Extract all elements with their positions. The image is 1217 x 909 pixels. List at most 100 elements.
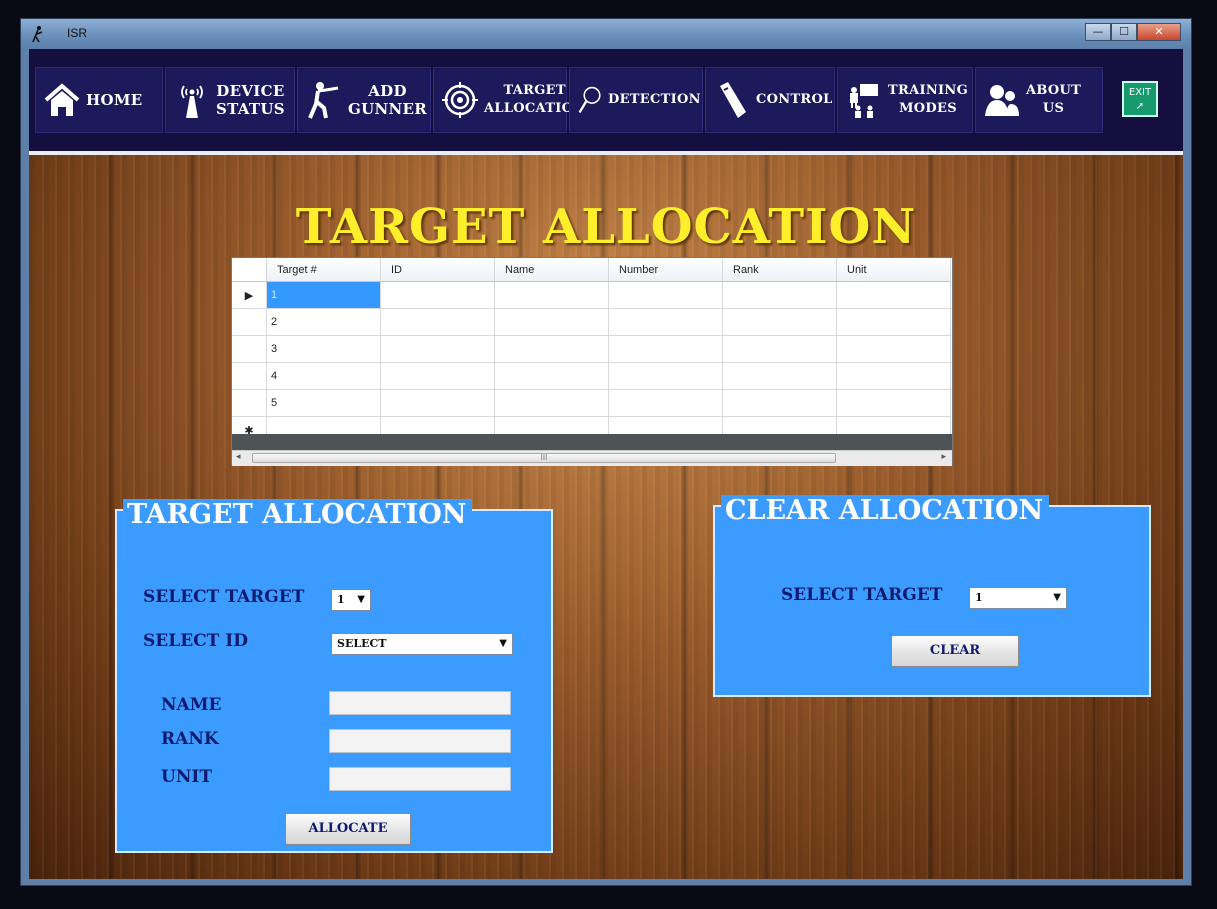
nav-detection-label: DETECTION [608,92,701,107]
scroll-right-arrow-icon[interactable]: ▸ [941,452,946,462]
target-allocation-panel: TARGET ALLOCATION SELECT TARGET 1 ▼ SELE… [115,499,553,853]
close-button[interactable]: ✕ [1137,23,1181,41]
nav-about-us-button[interactable]: ABOUT US [975,67,1103,133]
grid-header-row: Target # ID Name Number Rank Unit [232,258,951,282]
row-header[interactable] [232,389,267,417]
column-header-id[interactable]: ID [380,258,495,282]
name-label: NAME [161,695,222,715]
nav-target-allocation-line1: TARGET [503,83,566,98]
clear-select-target-label: SELECT TARGET [781,585,943,605]
table-cell[interactable] [836,308,951,336]
nav-home-button[interactable]: HOME [35,67,163,133]
clear-button[interactable]: CLEAR [891,635,1019,667]
table-cell[interactable] [836,281,951,309]
grid-table: Target # ID Name Number Rank Unit ▶ 1 2 … [232,258,951,444]
page-title: TARGET ALLOCATION [295,199,917,255]
table-cell[interactable] [836,335,951,363]
chevron-down-icon: ▼ [499,638,507,649]
table-cell[interactable] [494,335,609,363]
table-cell[interactable]: 2 [266,308,381,336]
application-window: ISR — ☐ ✕ HOME DEVICE STATUS ADD GUNNER … [20,18,1192,886]
scroll-left-arrow-icon[interactable]: ◂ [236,452,241,462]
users-icon [985,85,1019,116]
table-cell[interactable] [608,335,723,363]
column-header-rank[interactable]: Rank [722,258,837,282]
exit-arrow-icon: ➚ [1135,101,1145,112]
row-header[interactable] [232,335,267,363]
rank-field[interactable] [329,729,511,753]
table-cell[interactable] [608,308,723,336]
nav-control-button[interactable]: CONTROL [705,67,835,133]
table-cell[interactable] [380,281,495,309]
table-cell[interactable]: 4 [266,362,381,390]
column-header-unit[interactable]: Unit [836,258,951,282]
select-id-dropdown[interactable]: SELECT ▼ [331,633,513,655]
exit-button[interactable]: EXIT ➚ [1122,81,1158,117]
table-cell[interactable] [722,308,837,336]
name-field[interactable] [329,691,511,715]
nav-add-gunner-label: ADD GUNNER [348,82,427,118]
scrollbar-grip-icon: III [540,453,548,462]
minimize-button[interactable]: — [1085,23,1111,41]
table-cell[interactable] [722,281,837,309]
table-cell[interactable] [380,362,495,390]
table-cell[interactable]: 3 [266,335,381,363]
maximize-button[interactable]: ☐ [1111,23,1137,41]
allocate-button[interactable]: ALLOCATE [285,813,411,845]
target-allocation-legend: TARGET ALLOCATION [123,499,473,530]
select-id-label: SELECT ID [143,631,248,651]
nav-detection-button[interactable]: DETECTION [569,67,703,133]
table-cell[interactable]: 1 [266,281,381,309]
table-cell[interactable] [836,362,951,390]
table-cell[interactable] [494,308,609,336]
nav-add-gunner-line1: ADD [368,82,407,100]
table-cell[interactable] [608,362,723,390]
table-cell[interactable] [722,335,837,363]
gunner-app-icon [32,26,43,43]
title-bar[interactable]: ISR — ☐ ✕ [21,19,1191,49]
nav-training-modes-button[interactable]: TRAINING MODES [837,67,973,133]
row-header-corner [232,258,267,282]
table-cell[interactable] [722,362,837,390]
table-cell[interactable] [494,389,609,417]
table-cell[interactable] [494,281,609,309]
column-header-target[interactable]: Target # [266,258,381,282]
unit-field[interactable] [329,767,511,791]
table-cell[interactable] [608,281,723,309]
table-cell[interactable] [836,389,951,417]
table-cell[interactable] [722,389,837,417]
chevron-down-icon: ▼ [1053,592,1061,603]
unit-label: UNIT [161,767,212,787]
clear-select-target-dropdown[interactable]: 1 ▼ [969,587,1067,609]
horizontal-scrollbar[interactable]: ◂ III ▸ [232,450,952,466]
table-cell[interactable]: 5 [266,389,381,417]
row-header[interactable] [232,362,267,390]
nav-device-status-line2: STATUS [216,100,285,118]
table-row: 4 [232,362,951,390]
column-header-name[interactable]: Name [494,258,609,282]
table-cell[interactable] [494,362,609,390]
select-target-dropdown[interactable]: 1 ▼ [331,589,371,611]
nav-about-us-line2: US [1042,101,1065,116]
home-icon [44,83,80,116]
current-row-indicator[interactable]: ▶ [232,281,267,309]
magnifier-icon [578,86,601,114]
table-cell[interactable] [380,308,495,336]
clear-select-target-value: 1 [975,591,983,604]
table-cell[interactable] [380,335,495,363]
nav-training-modes-line2: MODES [899,101,957,116]
select-target-value: 1 [337,593,345,606]
table-row: ▶ 1 [232,281,951,309]
nav-device-status-button[interactable]: DEVICE STATUS [165,67,295,133]
nav-target-allocation-button[interactable]: TARGET ALLOCATION [433,67,585,133]
target-allocation-grid[interactable]: Target # ID Name Number Rank Unit ▶ 1 2 … [231,257,953,466]
nav-add-gunner-line2: GUNNER [348,100,428,118]
column-header-number[interactable]: Number [608,258,723,282]
scrollbar-thumb[interactable]: III [252,453,836,463]
nav-add-gunner-button[interactable]: ADD GUNNER [297,67,431,133]
row-header[interactable] [232,308,267,336]
nav-about-us-line1: ABOUT [1026,83,1082,98]
nav-training-modes-line1: TRAINING [888,83,968,98]
table-cell[interactable] [380,389,495,417]
table-cell[interactable] [608,389,723,417]
